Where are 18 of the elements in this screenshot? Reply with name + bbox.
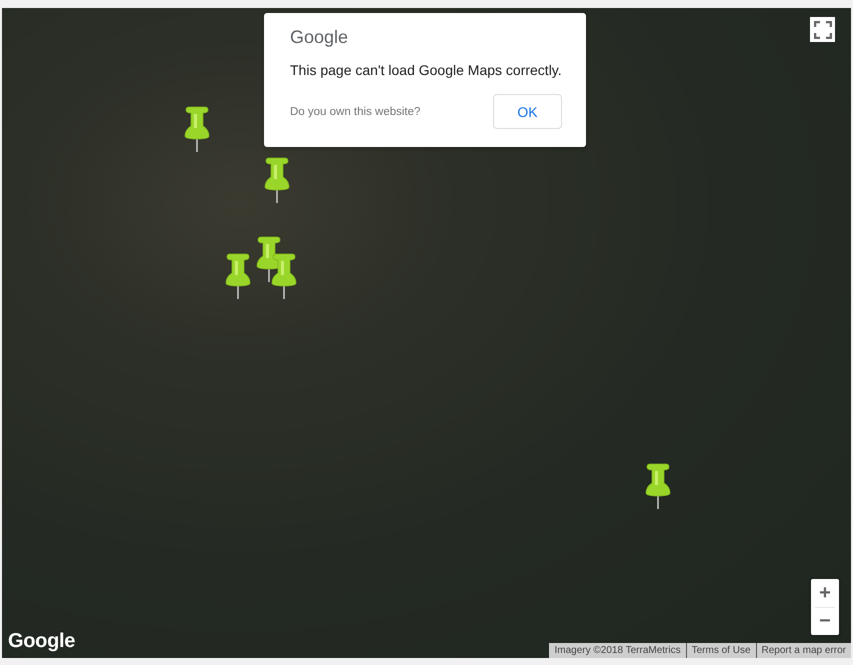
imagery-credit: Imagery ©2018 TerraMetrics (549, 643, 686, 658)
pushpin-icon[interactable] (225, 253, 251, 299)
satellite-map[interactable]: Google This page can't load Google Maps correctly. Do you own this website? OK + − Google Imagery ©2018 TerraMetrics Terms of Use Report a map error (2, 8, 851, 658)
fullscreen-button[interactable] (810, 17, 835, 42)
ok-button[interactable]: OK (493, 94, 562, 129)
error-message: This page can't load Google Maps correctly. (290, 62, 562, 78)
zoom-in-button[interactable]: + (811, 579, 839, 606)
map-logo[interactable]: Google (8, 630, 76, 653)
fullscreen-icon (814, 20, 832, 38)
pushpin-icon[interactable] (264, 157, 290, 203)
zoom-out-button[interactable]: − (811, 608, 839, 635)
attribution-link[interactable]: Terms of Use (686, 643, 756, 658)
dialog-logo: Google (290, 27, 350, 48)
attribution-link[interactable]: Report a map error (756, 643, 851, 658)
pushpin-icon[interactable] (645, 463, 671, 509)
ownership-question: Do you own this website? (290, 106, 420, 118)
pushpin-icon[interactable] (184, 106, 210, 152)
pushpin-icon[interactable] (271, 253, 297, 299)
